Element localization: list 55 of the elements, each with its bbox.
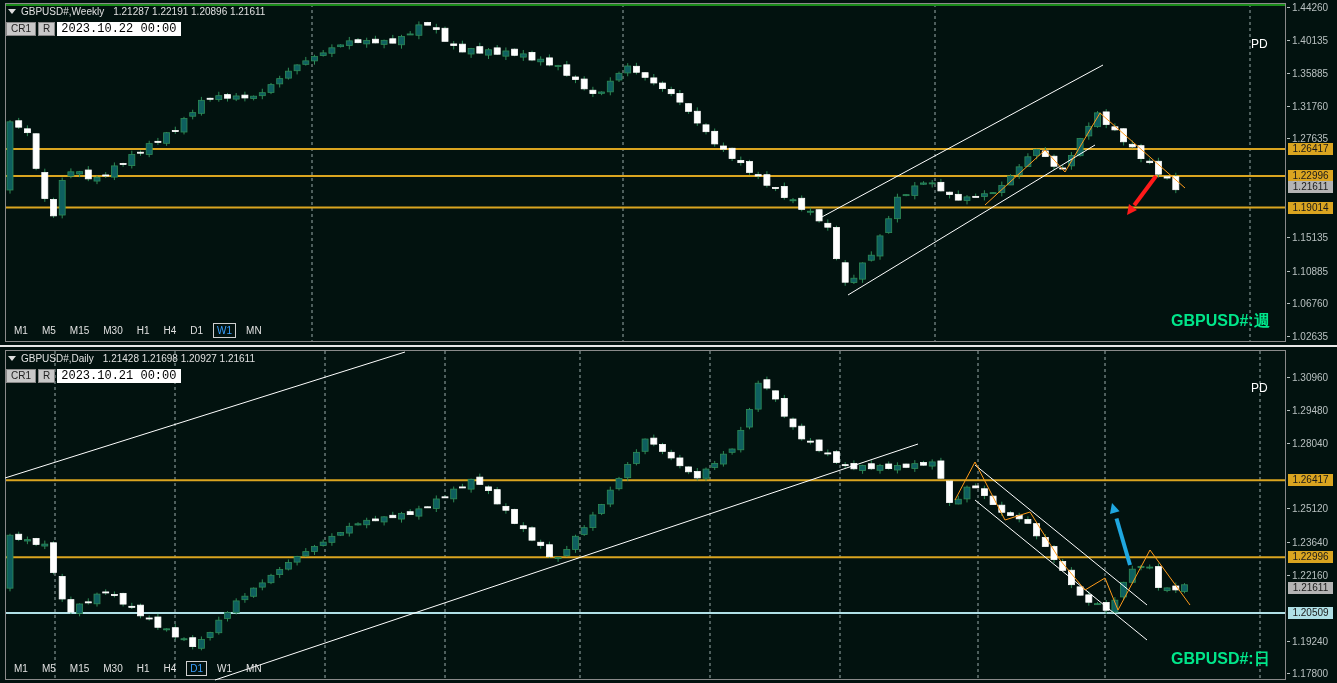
- cr-button[interactable]: CR1: [6, 22, 36, 36]
- date-field[interactable]: 2023.10.22 00:00: [57, 22, 182, 36]
- price-tick: 1.10885: [1287, 265, 1329, 277]
- price-tick: 1.02635: [1287, 331, 1329, 342]
- ohlc-values: 1.21287 1.22191 1.20896 1.21611: [113, 6, 266, 17]
- r-button[interactable]: R: [38, 22, 56, 36]
- timeframe-tab[interactable]: M5: [37, 661, 60, 676]
- price-tick: 1.06760: [1287, 298, 1329, 310]
- timeframe-tab[interactable]: H1: [132, 323, 154, 338]
- cr-button[interactable]: CR1: [6, 369, 36, 383]
- pd-label: PD: [1251, 381, 1268, 395]
- price-level-label: 1.19014: [1288, 201, 1333, 214]
- price-tick: 1.35885: [1287, 68, 1329, 80]
- current-price-label: 1.21611: [1288, 582, 1333, 595]
- price-tick: 1.23640: [1287, 536, 1329, 548]
- current-price-label: 1.21611: [1288, 181, 1333, 193]
- price-tick: 1.31760: [1287, 100, 1329, 112]
- price-tick: 1.44260: [1287, 2, 1329, 13]
- timeframe-tab[interactable]: M15: [65, 323, 94, 338]
- symbol-title: GBPUSD#,Daily: [21, 353, 94, 364]
- price-level-label: 1.22996: [1288, 551, 1333, 564]
- pd-label: PD: [1251, 37, 1268, 51]
- price-level-label: 1.22996: [1288, 170, 1333, 183]
- price-tick: 1.40135: [1287, 34, 1329, 46]
- price-tick: 1.30960: [1287, 372, 1329, 383]
- timeframe-tab[interactable]: M1: [10, 661, 32, 676]
- timeframe-tab[interactable]: W1: [213, 661, 237, 676]
- timeframe-tab[interactable]: D1: [186, 323, 208, 338]
- price-tick: 1.28040: [1287, 437, 1329, 449]
- date-field[interactable]: 2023.10.21 00:00: [57, 369, 182, 383]
- price-tick: 1.22160: [1287, 569, 1329, 581]
- price-tick: 1.25120: [1287, 503, 1329, 515]
- timeframe-tab[interactable]: M1: [10, 323, 32, 338]
- price-tick: 1.29480: [1287, 405, 1329, 417]
- chart-title: GBPUSD#:週: [1171, 311, 1270, 331]
- timeframe-tab[interactable]: M15: [65, 661, 94, 676]
- price-tick: 1.19240: [1287, 635, 1329, 647]
- r-button[interactable]: R: [38, 369, 56, 383]
- timeframe-tab[interactable]: H4: [159, 323, 181, 338]
- price-tick: 1.15135: [1287, 232, 1329, 244]
- timeframe-tab[interactable]: M5: [37, 323, 60, 338]
- timeframe-tab[interactable]: MN: [242, 323, 266, 338]
- timeframe-tab[interactable]: M30: [99, 323, 127, 338]
- chart-title: GBPUSD#:日: [1171, 649, 1270, 669]
- ohlc-values: 1.21428 1.21698 1.20927 1.21611: [102, 353, 255, 364]
- timeframe-tab[interactable]: M30: [99, 661, 127, 676]
- price-level-label: 1.26417: [1288, 474, 1333, 487]
- timeframe-tab[interactable]: W1: [213, 323, 237, 338]
- timeframe-tab[interactable]: H1: [132, 661, 154, 676]
- symbol-title: GBPUSD#,Weekly: [21, 6, 105, 17]
- price-tick: 1.17800: [1287, 668, 1329, 679]
- price-level-label: 1.26417: [1288, 143, 1333, 155]
- price-level-label: 1.20509: [1288, 607, 1333, 620]
- timeframe-tab[interactable]: D1: [186, 661, 208, 676]
- timeframe-tab[interactable]: H4: [159, 661, 181, 676]
